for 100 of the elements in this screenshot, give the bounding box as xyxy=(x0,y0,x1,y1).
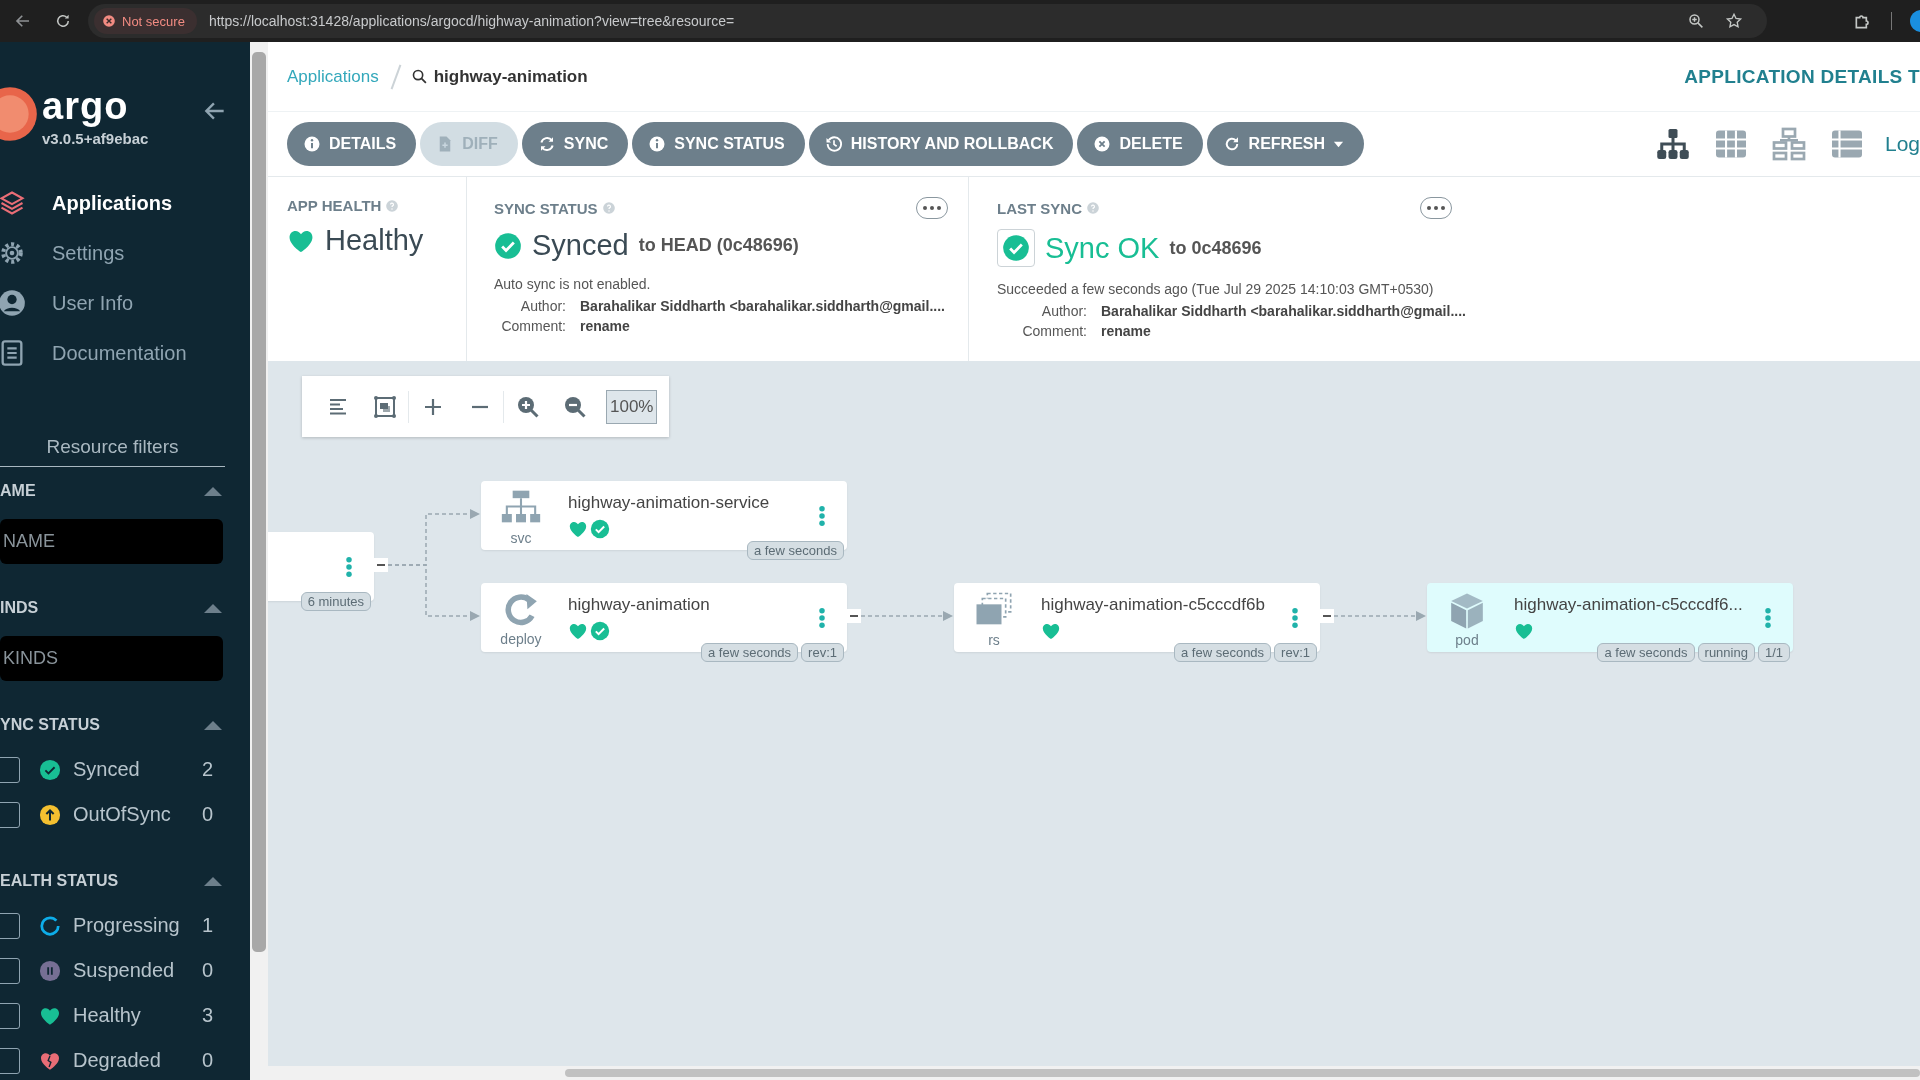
layers-icon xyxy=(0,189,26,217)
arrow-up-circle-icon xyxy=(39,803,61,826)
filter-field[interactable]: NAME xyxy=(0,519,223,564)
reload-icon[interactable] xyxy=(54,12,72,30)
pause-icon xyxy=(39,959,61,982)
document-icon xyxy=(0,339,26,367)
history-icon xyxy=(824,135,843,153)
action-button[interactable]: SYNC xyxy=(521,122,629,166)
kebab-menu-icon[interactable] xyxy=(818,504,826,527)
operation-status: Sync OK xyxy=(1045,231,1160,265)
filter-label: OutOfSync xyxy=(73,803,171,826)
action-button[interactable]: HISTORY AND ROLLBACK xyxy=(808,122,1074,166)
filter-label: Progressing xyxy=(73,914,180,937)
detail-value: rename xyxy=(1101,323,1152,339)
revision-label: to HEAD (0c48696) xyxy=(638,235,799,256)
security-label: Not secure xyxy=(122,13,185,29)
kebab-menu-icon[interactable] xyxy=(1291,606,1299,629)
detail-label: Author: xyxy=(519,298,566,314)
collapse-caret-icon[interactable] xyxy=(204,486,222,496)
version-label: v3.0.5+af9ebac xyxy=(42,130,149,147)
collapse-caret-icon[interactable] xyxy=(204,603,222,613)
check-circle-icon xyxy=(39,758,61,781)
collapse-caret-icon[interactable] xyxy=(204,876,222,886)
resource-name: highway-animation-service xyxy=(567,492,771,513)
logo-text: argo xyxy=(42,86,130,126)
kind-label: pod xyxy=(1455,633,1479,648)
collapse-caret-icon[interactable] xyxy=(204,720,222,730)
kind-label: rs xyxy=(988,633,1000,648)
info-tag: a few seconds xyxy=(701,643,799,662)
revision-label: to 0c48696 xyxy=(1169,237,1262,259)
info-tag: a few seconds xyxy=(746,541,844,560)
logs-link[interactable]: Log xyxy=(1884,132,1920,156)
detail-label: Author: xyxy=(1040,303,1087,319)
filter-heading: YNC STATUS xyxy=(0,716,100,734)
tree-view-icon[interactable] xyxy=(1654,126,1691,162)
info-tag: 1/1 xyxy=(1757,643,1790,662)
filter-count: 3 xyxy=(201,1004,213,1027)
action-button[interactable]: REFRESH xyxy=(1206,122,1365,166)
page-title: APPLICATION DETAILS T xyxy=(1684,65,1920,88)
info-icon xyxy=(303,135,321,153)
filter-field[interactable]: KINDS xyxy=(0,636,223,681)
checkbox[interactable] xyxy=(0,1002,20,1029)
collapse-toggle[interactable] xyxy=(847,609,861,623)
detail-label: Comment: xyxy=(500,318,566,334)
checkbox[interactable] xyxy=(0,1047,20,1074)
detail-value: Barahalikar Siddharth <barahalikar.siddharth@gmail.... xyxy=(1101,303,1466,319)
zoom-in-icon[interactable] xyxy=(515,394,540,419)
filter-heading: AME xyxy=(0,482,36,500)
checkbox[interactable] xyxy=(0,957,20,984)
nav-item[interactable]: Settings xyxy=(0,228,250,278)
filter-heading: INDS xyxy=(0,599,39,617)
check-circle-icon xyxy=(494,231,522,260)
kebab-menu-icon[interactable] xyxy=(345,555,353,578)
collapse-toggle[interactable] xyxy=(374,558,388,572)
action-button[interactable]: DETAILS xyxy=(287,122,417,166)
panel-title: SYNC STATUS xyxy=(494,199,598,217)
nav-item[interactable]: Documentation xyxy=(0,328,250,378)
star-icon[interactable] xyxy=(1725,12,1743,30)
url-text: https://localhost:31428/applications/argocd/highway-animation?view=tree&resource= xyxy=(208,13,735,29)
back-icon[interactable] xyxy=(14,12,32,30)
breadcrumb-current: highway-animation xyxy=(433,66,588,87)
filter-label: Suspended xyxy=(73,959,175,982)
filter-label: Synced xyxy=(73,758,140,781)
info-tag: rev:1 xyxy=(801,643,844,662)
info-tag: 6 minutes xyxy=(300,592,371,611)
checkbox[interactable] xyxy=(0,912,20,939)
filter-label: Degraded xyxy=(73,1049,161,1072)
scrollbar[interactable] xyxy=(565,1069,1920,1077)
info-tag: a few seconds xyxy=(1174,643,1272,662)
gear-icon xyxy=(0,239,26,267)
fit-view-icon[interactable] xyxy=(372,394,397,419)
scrollbar[interactable] xyxy=(252,52,266,952)
filter-count: 0 xyxy=(201,803,213,826)
filter-label: Healthy xyxy=(73,1004,141,1027)
nav-item[interactable]: Applications xyxy=(0,178,250,228)
checkbox[interactable] xyxy=(0,801,20,828)
detail-label: Comment: xyxy=(1021,323,1087,339)
info-tag: running xyxy=(1697,643,1755,662)
zoom-level: 100% xyxy=(606,389,658,424)
breadcrumb-link[interactable]: Applications xyxy=(287,66,379,87)
zoom-icon[interactable] xyxy=(1687,12,1705,30)
action-button[interactable]: SYNC STATUS xyxy=(632,122,805,166)
detail-value: rename xyxy=(580,318,631,334)
info-icon xyxy=(648,135,667,153)
checkbox[interactable] xyxy=(0,756,20,783)
collapse-toggle[interactable] xyxy=(1320,609,1334,623)
kind-label: svc xyxy=(510,531,532,546)
filter-count: 0 xyxy=(201,959,213,982)
action-button[interactable]: DELETE xyxy=(1077,122,1203,166)
status-note: Succeeded a few seconds ago (Tue Jul 29 2025 14:10:03 GMT+0530) xyxy=(997,281,1435,297)
security-chip[interactable]: Not secure xyxy=(94,8,197,34)
warning-icon xyxy=(102,14,116,28)
filters-title: Resource filters xyxy=(0,436,225,467)
kebab-menu-icon[interactable] xyxy=(818,606,826,629)
resource-name: highway-animation xyxy=(567,594,711,615)
detail-value: Barahalikar Siddharth <barahalikar.siddharth@gmail.... xyxy=(580,298,946,314)
nav-item[interactable]: User Info xyxy=(0,278,250,328)
zoom-out-icon[interactable] xyxy=(562,394,587,419)
address-bar[interactable]: Not secure https://localhost:31428/applications/argocd/highway-animation?view=tree&resource= xyxy=(88,4,1767,38)
filter-heading: EALTH STATUS xyxy=(0,872,119,890)
